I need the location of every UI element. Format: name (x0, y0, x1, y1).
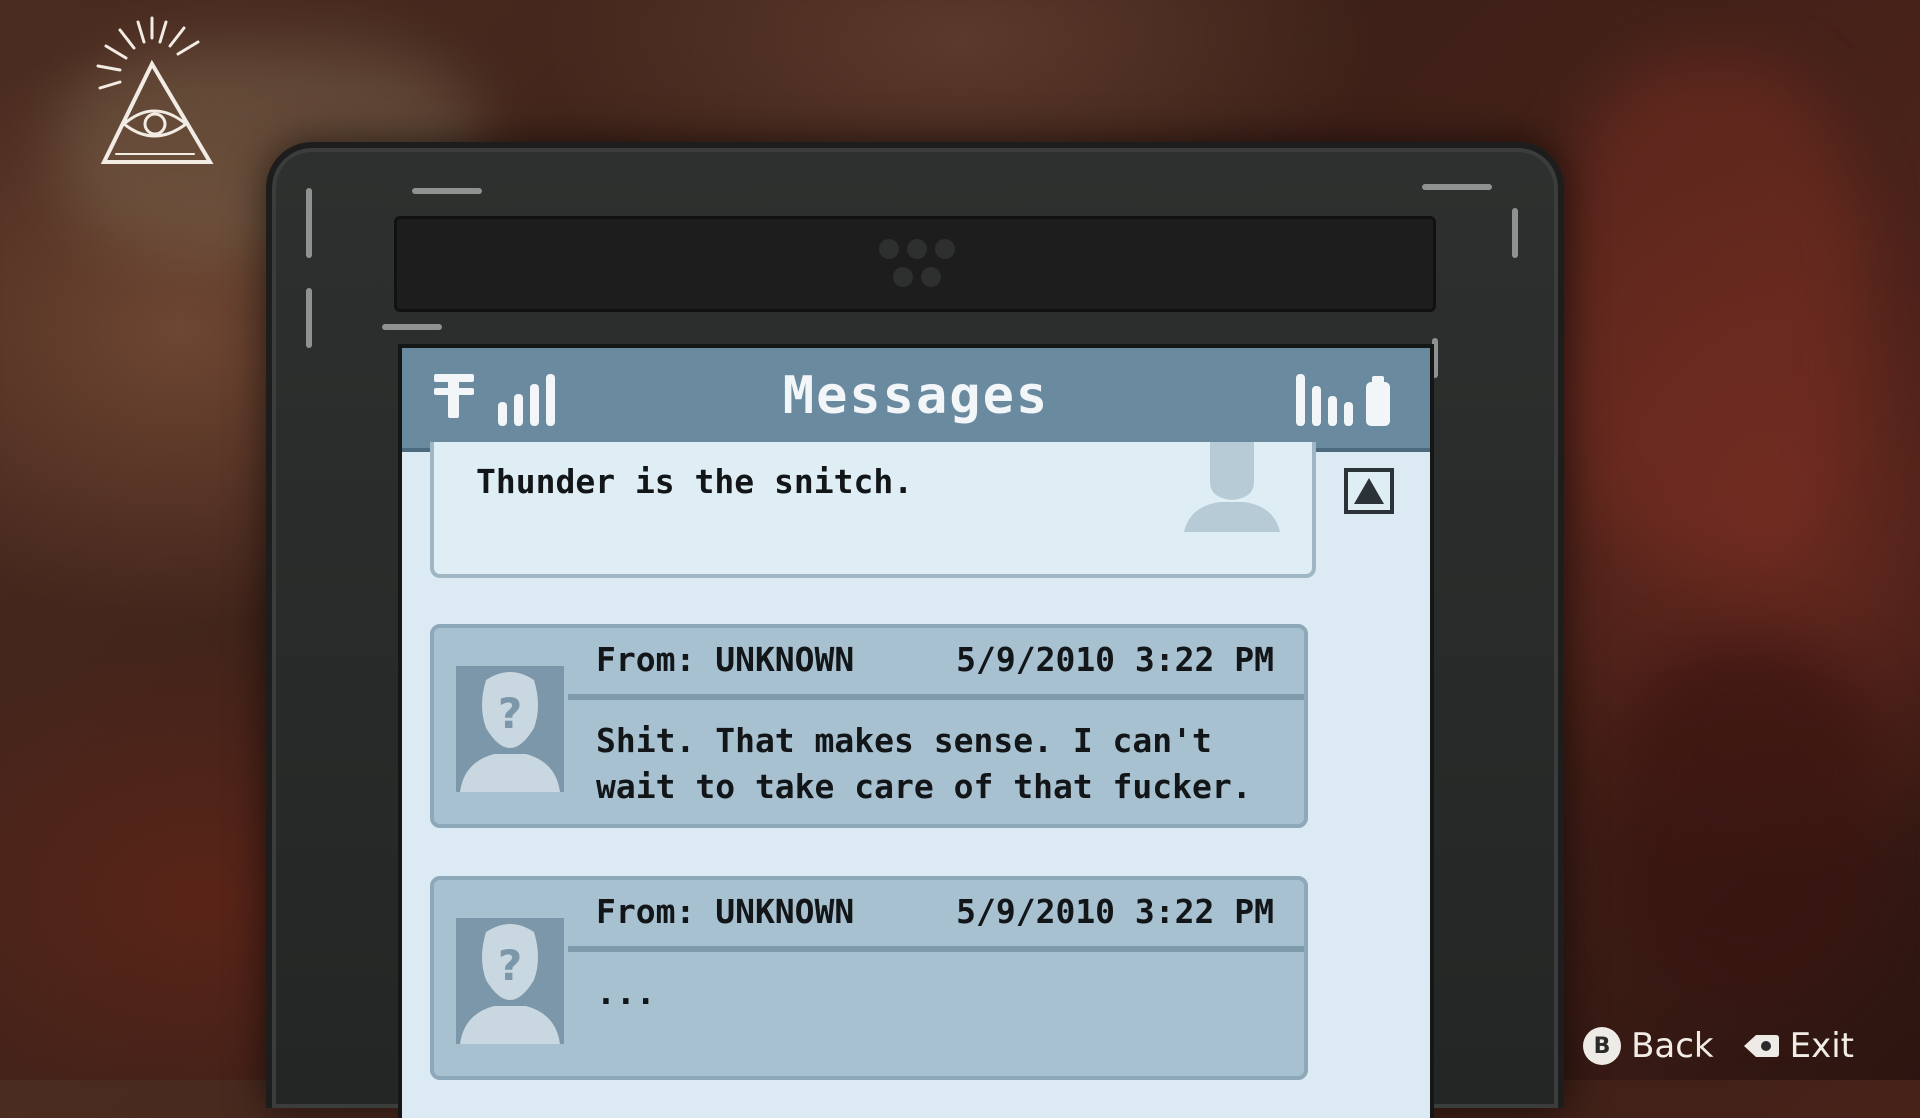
phone-highlight (1422, 184, 1492, 190)
phone-highlight (1512, 208, 1518, 258)
message-timestamp: 5/9/2010 3:22 PM (956, 640, 1274, 679)
back-hint[interactable]: B Back (1583, 1026, 1714, 1066)
exit-label: Exit (1789, 1026, 1854, 1066)
phone-device: Messages Thunder is the snitch. ? From: … (266, 142, 1564, 1118)
received-message[interactable]: ? From: UNKNOWN 5/9/2010 3:22 PM ... (430, 876, 1308, 1080)
status-bar: Messages (402, 348, 1430, 452)
back-label: Back (1631, 1026, 1714, 1066)
received-message[interactable]: ? From: UNKNOWN 5/9/2010 3:22 PM Shit. T… (430, 624, 1308, 828)
phone-highlight (412, 188, 482, 194)
sent-message[interactable]: Thunder is the snitch. (430, 442, 1316, 578)
svg-text:?: ? (498, 689, 522, 738)
message-header: From: UNKNOWN 5/9/2010 3:22 PM (568, 628, 1304, 700)
message-sender: From: UNKNOWN (596, 892, 855, 931)
screen-title: Messages (782, 366, 1050, 426)
phone-highlight (306, 288, 312, 348)
exit-hint[interactable]: Exit (1742, 1026, 1854, 1066)
speaker-hole (879, 239, 899, 259)
message-text: ... (596, 973, 656, 1012)
phone-highlight (382, 324, 442, 330)
avatar-icon: ? (456, 918, 564, 1044)
exit-button-icon (1743, 1035, 1779, 1057)
background-shape (1560, 60, 1860, 560)
avatar-icon (1184, 442, 1280, 532)
eye-of-providence-logo (96, 16, 214, 164)
button-hints: B Back Exit (1583, 1026, 1854, 1066)
message-timestamp: 5/9/2010 3:22 PM (956, 892, 1274, 931)
b-button-icon: B (1583, 1027, 1622, 1065)
message-text: Thunder is the snitch. (476, 462, 914, 501)
scroll-up-icon (1354, 478, 1384, 504)
message-sender: From: UNKNOWN (596, 640, 855, 679)
speaker-hole (935, 239, 955, 259)
phone-highlight (306, 188, 312, 258)
svg-text:?: ? (498, 941, 522, 990)
speaker-hole (893, 267, 913, 287)
earpiece-speaker (394, 216, 1436, 312)
background-shape (1620, 640, 1880, 1000)
scroll-up-button[interactable] (1344, 468, 1394, 514)
avatar-icon: ? (456, 666, 564, 792)
message-list[interactable]: Thunder is the snitch. ? From: UNKNOWN 5… (402, 442, 1430, 1118)
speaker-hole (907, 239, 927, 259)
phone-screen: Messages Thunder is the snitch. ? From: … (398, 344, 1434, 1118)
message-header: From: UNKNOWN 5/9/2010 3:22 PM (568, 880, 1304, 952)
message-text: Shit. That makes sense. I can't wait to … (596, 721, 1252, 806)
speaker-hole (921, 267, 941, 287)
